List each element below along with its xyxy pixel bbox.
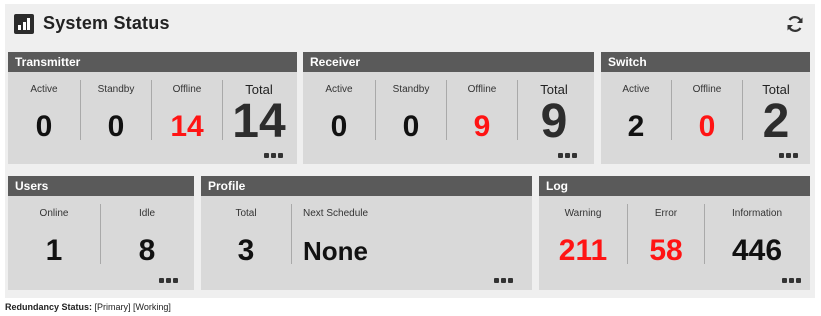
redundancy-status: Redundancy Status: [Primary] [Working] [5, 302, 171, 312]
stat-value: 0 [402, 110, 420, 143]
divider [291, 204, 292, 264]
transmitter-panel: Transmitter Active 0 Standby 0 Offline 1… [8, 52, 297, 164]
redundancy-status-label: Redundancy Status: [5, 302, 93, 312]
stat-label: Online [39, 208, 69, 219]
stat-label: Active [622, 84, 650, 95]
log-panel: Log Warning 211 Error 58 Information 446 [539, 176, 810, 290]
more-icon[interactable] [558, 153, 578, 159]
more-icon[interactable] [779, 153, 799, 159]
system-status-widget: System Status Transmitter Active 0 Stand… [5, 4, 815, 298]
stat-value: 0 [698, 110, 716, 143]
stat-value: 2 [762, 95, 790, 148]
panel-title: Transmitter [8, 52, 297, 72]
stat-value: 2 [627, 110, 645, 143]
stat-value: 3 [237, 234, 255, 267]
stat-value: 1 [45, 234, 63, 267]
stat-label: Offline [172, 84, 202, 95]
stat-value: 14 [232, 95, 286, 148]
stat-value: None [303, 236, 368, 266]
stat-value: 9 [473, 110, 491, 143]
stat-label: Offline [467, 84, 497, 95]
stat-label: Total [235, 208, 257, 219]
users-panel: Users Online 1 Idle 8 [8, 176, 194, 290]
panel-title: Log [539, 176, 810, 196]
stat-label: Active [30, 84, 58, 95]
stat-label: Error [654, 208, 678, 219]
stat-label: Standby [392, 84, 430, 95]
panel-title: Users [8, 176, 194, 196]
stat-value: 58 [649, 234, 683, 267]
panel-title: Receiver [303, 52, 594, 72]
stat-label: Active [325, 84, 353, 95]
more-icon[interactable] [159, 278, 179, 284]
redundancy-status-value: [Primary] [Working] [94, 302, 171, 312]
stat-label: Offline [692, 84, 722, 95]
stat-label: Idle [138, 208, 156, 219]
panel-title: Profile [201, 176, 532, 196]
stat-value: 0 [330, 110, 348, 143]
stat-value: 211 [558, 234, 608, 267]
stat-value: 9 [540, 95, 568, 148]
switch-panel: Switch Active 2 Offline 0 Total 2 [601, 52, 810, 164]
stat-value: 446 [731, 234, 783, 267]
page-title: System Status [43, 13, 170, 33]
bar-chart-icon [14, 14, 34, 34]
profile-panel: Profile Total 3 Next Schedule None [201, 176, 532, 290]
refresh-icon[interactable] [785, 14, 805, 34]
stat-value: 14 [170, 110, 204, 143]
stat-value: 0 [107, 110, 125, 143]
stat-label: Standby [97, 84, 135, 95]
stat-value: 8 [138, 234, 156, 267]
stat-label: Warning [564, 208, 602, 219]
stat-value: 0 [35, 110, 53, 143]
receiver-panel: Receiver Active 0 Standby 0 Offline 9 To… [303, 52, 594, 164]
stat-label: Information [731, 208, 783, 219]
widget-header: System Status [5, 4, 815, 42]
more-icon[interactable] [264, 153, 284, 159]
more-icon[interactable] [782, 278, 802, 284]
more-icon[interactable] [494, 278, 514, 284]
stat-label: Next Schedule [303, 208, 369, 219]
panel-title: Switch [601, 52, 810, 72]
